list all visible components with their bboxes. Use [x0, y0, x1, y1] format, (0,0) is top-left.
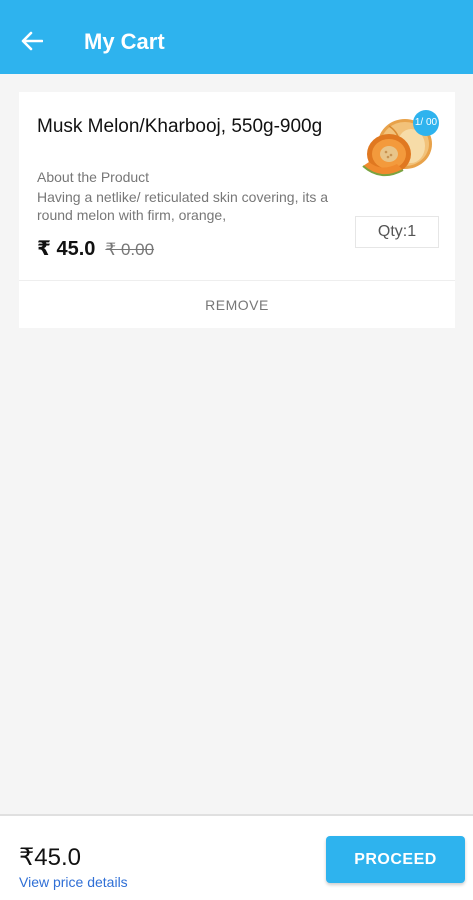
proceed-button[interactable]: PROCEED [326, 836, 465, 883]
count-badge: 1/ 00 [413, 110, 439, 136]
checkout-bar: ₹45.0 View price details PROCEED [0, 814, 473, 900]
arrow-left-icon [21, 31, 43, 51]
about-product-label: About the Product [37, 169, 150, 185]
cart-total: ₹45.0 [19, 844, 81, 871]
app-bar: My Cart [0, 0, 473, 74]
product-price: ₹ 45.0 [37, 238, 96, 260]
quantity-selector[interactable]: Qty:1 [355, 216, 439, 248]
view-price-details-link[interactable]: View price details [19, 874, 128, 890]
cart-item-card: Musk Melon/Kharbooj, 550g-900g About the… [19, 92, 455, 328]
page-title: My Cart [84, 29, 165, 54]
remove-button[interactable]: REMOVE [19, 281, 455, 328]
product-description: Having a netlike/ reticulated skin cover… [37, 189, 329, 223]
product-name[interactable]: Musk Melon/Kharbooj, 550g-900g [37, 114, 337, 139]
price-row: ₹ 45.0 ₹ 0.00 [37, 236, 154, 261]
back-button[interactable] [18, 27, 46, 55]
product-mrp: ₹ 0.00 [105, 240, 155, 259]
